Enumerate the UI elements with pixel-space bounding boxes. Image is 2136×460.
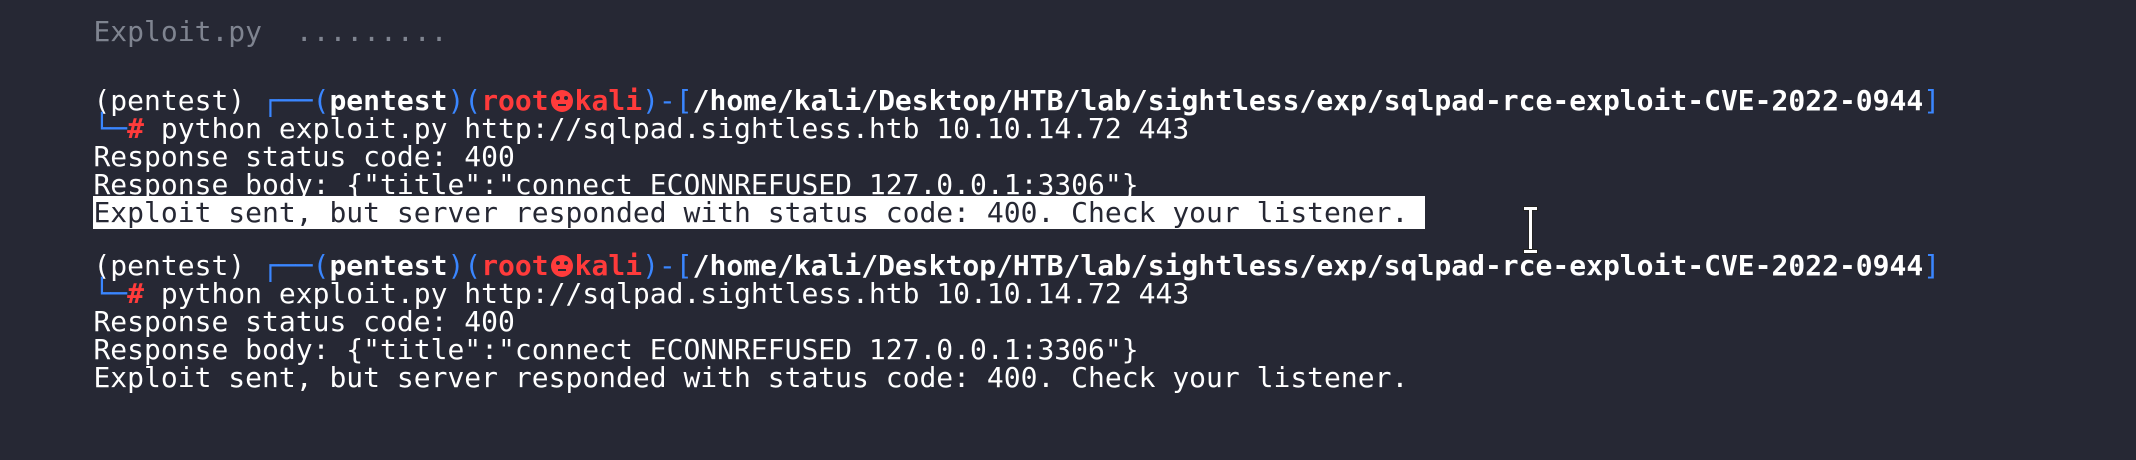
prompt-bracket: ]: [1923, 249, 1941, 282]
terminal-window[interactable]: Exploit.py ......... (pentest) ┌──(pente…: [0, 0, 2136, 460]
output-exploit-message: Exploit sent, but server responded with …: [93, 361, 1409, 394]
partial-output-line: Exploit.py .........: [26, 0, 447, 48]
prompt-bracket: ]: [1923, 84, 1941, 117]
output-line-selected: Exploit sent, but server responded with …: [26, 159, 1426, 229]
partial-output-text: Exploit.py .........: [93, 15, 448, 48]
text-cursor-icon: [1522, 206, 1538, 254]
output-line: Exploit sent, but server responded with …: [26, 324, 1408, 394]
